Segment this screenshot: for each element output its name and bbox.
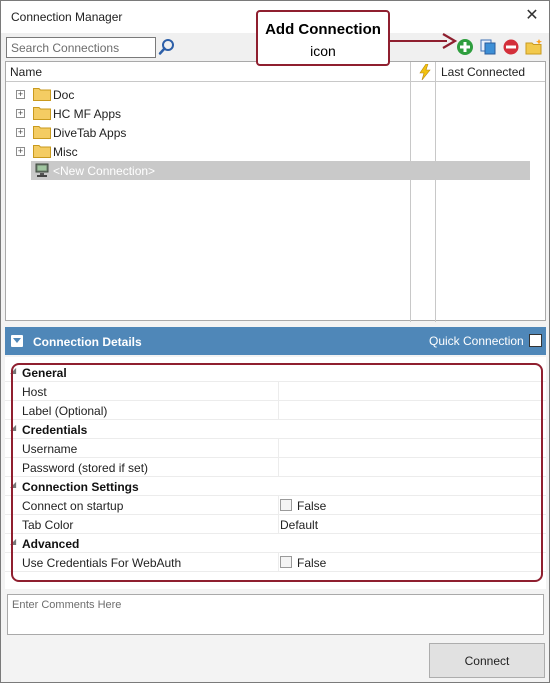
category-label: General [22, 366, 67, 380]
close-icon[interactable]: ✕ [523, 6, 541, 26]
property-label: Host [22, 385, 47, 399]
connection-details-header: Connection Details Quick Connection [5, 327, 546, 355]
category-label: Connection Settings [22, 480, 139, 494]
collapse-triangle-icon[interactable]: ◢ [10, 480, 16, 489]
callout-title: Add Connection [265, 21, 381, 38]
search-icon[interactable] [158, 38, 176, 56]
column-divider [410, 62, 411, 322]
value-divider [278, 439, 279, 458]
value-divider [278, 553, 279, 572]
value-divider [278, 515, 279, 534]
connection-manager-window: Connection Manager ✕ Name [0, 0, 550, 683]
category-credentials[interactable]: ◢ Credentials [5, 420, 546, 439]
property-connect-on-startup[interactable]: Connect on startup False [5, 496, 546, 515]
property-username[interactable]: Username [5, 439, 546, 458]
expand-icon[interactable]: + [16, 128, 25, 137]
search-input[interactable] [6, 37, 156, 58]
value-divider [278, 401, 279, 420]
tree-folder-doc[interactable]: + Doc [6, 85, 410, 104]
copy-connection-icon[interactable] [479, 38, 497, 56]
category-advanced[interactable]: ◢ Advanced [5, 534, 546, 553]
tree-folder-label: HC MF Apps [53, 107, 122, 121]
category-general[interactable]: ◢ General [5, 363, 546, 382]
tree-folder-label: Misc [53, 145, 78, 159]
property-grid: ◢ General Host Label (Optional) ◢ Creden… [5, 357, 546, 589]
quick-connection-checkbox[interactable] [529, 334, 542, 347]
collapse-triangle-icon[interactable]: ◢ [10, 537, 16, 546]
connect-on-startup-checkbox[interactable] [280, 499, 292, 511]
window-title: Connection Manager [11, 10, 123, 24]
column-divider [435, 62, 436, 322]
comments-field[interactable] [7, 594, 544, 635]
value-divider [278, 458, 279, 477]
expand-icon[interactable]: + [16, 90, 25, 99]
computer-icon [35, 163, 49, 177]
tree-folder-label: Doc [53, 88, 75, 102]
category-connection-settings[interactable]: ◢ Connection Settings [5, 477, 546, 496]
new-connection-label: <New Connection> [53, 164, 156, 178]
folder-icon [33, 107, 51, 120]
connections-tree: Name Last Connected + Doc + HC MF Apps +… [5, 61, 546, 322]
expand-icon[interactable]: + [16, 147, 25, 156]
value-divider [278, 382, 279, 401]
connect-button[interactable]: Connect [429, 643, 545, 678]
collapse-triangle-icon[interactable]: ◢ [10, 366, 16, 375]
callout-subtitle: icon [310, 43, 336, 59]
category-label: Advanced [22, 537, 80, 551]
property-label: Label (Optional) [22, 404, 108, 418]
property-label-optional[interactable]: Label (Optional) [5, 401, 546, 420]
property-label: Connect on startup [22, 499, 124, 513]
collapse-triangle-icon[interactable]: ◢ [10, 423, 16, 432]
lightning-icon[interactable] [418, 64, 432, 80]
property-label: Use Credentials For WebAuth [22, 556, 182, 570]
property-use-credentials-webauth[interactable]: Use Credentials For WebAuth False [5, 553, 546, 572]
use-credentials-webauth-value: False [297, 556, 327, 570]
column-name-header[interactable]: Name [10, 65, 42, 79]
add-connection-callout: Add Connection icon [256, 10, 390, 66]
property-password[interactable]: Password (stored if set) [5, 458, 546, 477]
use-credentials-webauth-checkbox[interactable] [280, 556, 292, 568]
new-folder-icon[interactable] [525, 38, 543, 56]
category-label: Credentials [22, 423, 88, 437]
folder-icon [33, 126, 51, 139]
property-tab-color[interactable]: Tab Color Default [5, 515, 546, 534]
expand-icon[interactable]: + [16, 109, 25, 118]
folder-icon [33, 88, 51, 101]
tab-color-value[interactable]: Default [280, 518, 318, 532]
value-divider [278, 496, 279, 515]
column-last-connected-header[interactable]: Last Connected [441, 65, 525, 79]
tree-folder-label: DiveTab Apps [53, 126, 127, 140]
folder-icon [33, 145, 51, 158]
tree-folder-hc-mf-apps[interactable]: + HC MF Apps [6, 104, 410, 123]
quick-connection-label: Quick Connection [429, 334, 524, 348]
tree-folder-divetab-apps[interactable]: + DiveTab Apps [6, 123, 410, 142]
property-label: Password (stored if set) [22, 461, 149, 475]
collapse-icon[interactable] [11, 335, 23, 347]
callout-arrow-icon [389, 33, 458, 49]
connect-on-startup-value: False [297, 499, 327, 513]
property-label: Tab Color [22, 518, 74, 532]
tree-folder-misc[interactable]: + Misc [6, 142, 410, 161]
details-title: Connection Details [33, 335, 142, 349]
property-host[interactable]: Host [5, 382, 546, 401]
property-label: Username [22, 442, 78, 456]
remove-connection-icon[interactable] [502, 38, 520, 56]
